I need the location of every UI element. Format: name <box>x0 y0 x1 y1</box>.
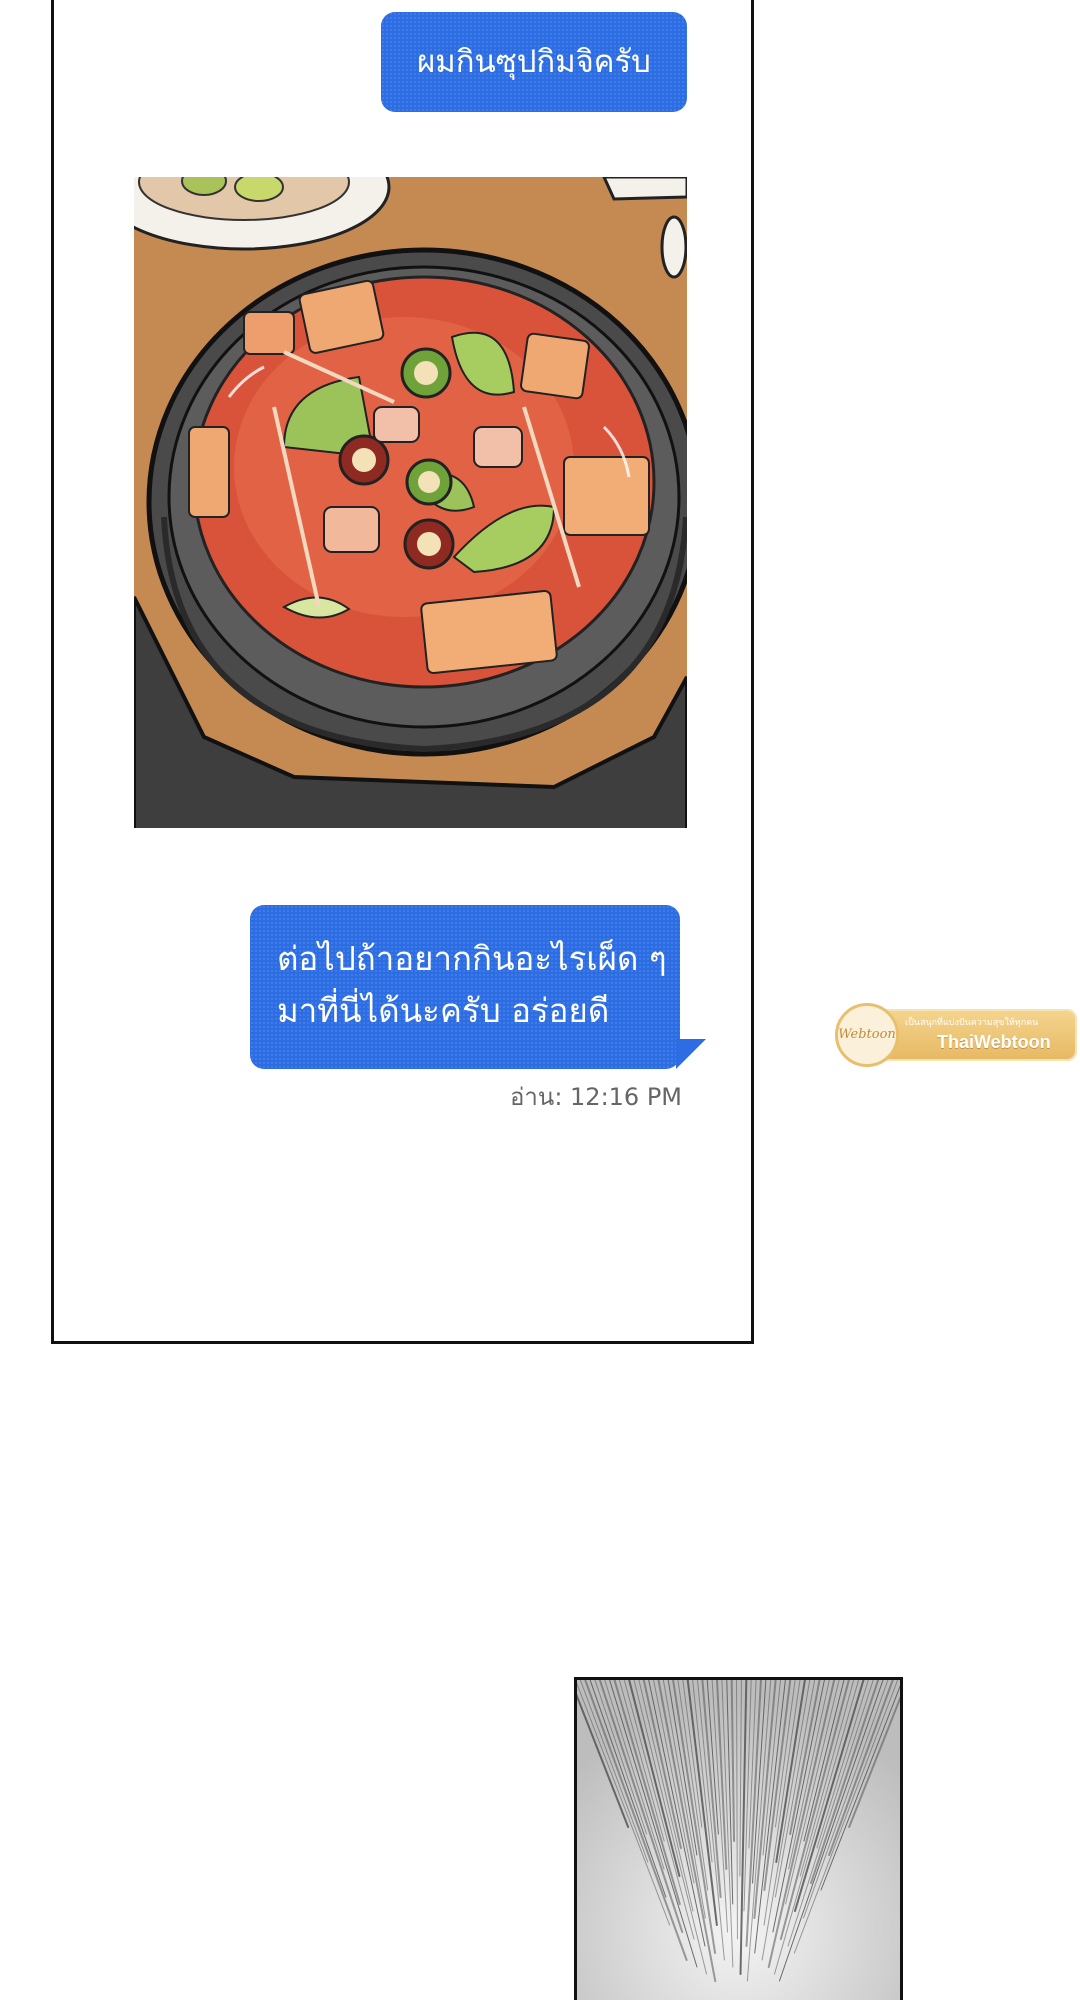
sent-message-bubble: ผมกินซุปกิมจิครับ <box>381 12 687 112</box>
sent-message-bubble-2: ต่อไปถ้าอยากกินอะไรเผ็ด ๆ มาที่นี่ได้นะค… <box>250 905 706 1069</box>
thaiwebtoon-watermark: Webtoon เป็นสนุกที่แบ่งปันความสุขให้ทุกค… <box>835 1003 1079 1067</box>
read-receipt: อ่าน: 12:16 PM <box>510 1083 682 1111</box>
phone-chat-panel: ผมกินซุปกิมจิครับ ต่อไปถ้าอยากกินอะไรเผ็… <box>51 0 754 1344</box>
bubble-tail <box>676 1039 706 1069</box>
webtoon-logo: Webtoon <box>835 1003 899 1067</box>
kimchi-stew-photo[interactable] <box>134 177 687 828</box>
speed-lines-panel <box>574 1677 903 2000</box>
message-text: ผมกินซุปกิมจิครับ <box>417 44 651 80</box>
watermark-brand: ThaiWebtoon <box>937 1032 1051 1052</box>
message-line-2: มาที่นี่ได้นะครับ อร่อยดี <box>277 991 610 1030</box>
webtoon-page: ผมกินซุปกิมจิครับ ต่อไปถ้าอยากกินอะไรเผ็… <box>0 0 1080 2000</box>
message-line-1: ต่อไปถ้าอยากกินอะไรเผ็ด ๆ <box>277 939 667 978</box>
watermark-tagline: เป็นสนุกที่แบ่งปันความสุขให้ทุกคน <box>905 1018 1039 1028</box>
